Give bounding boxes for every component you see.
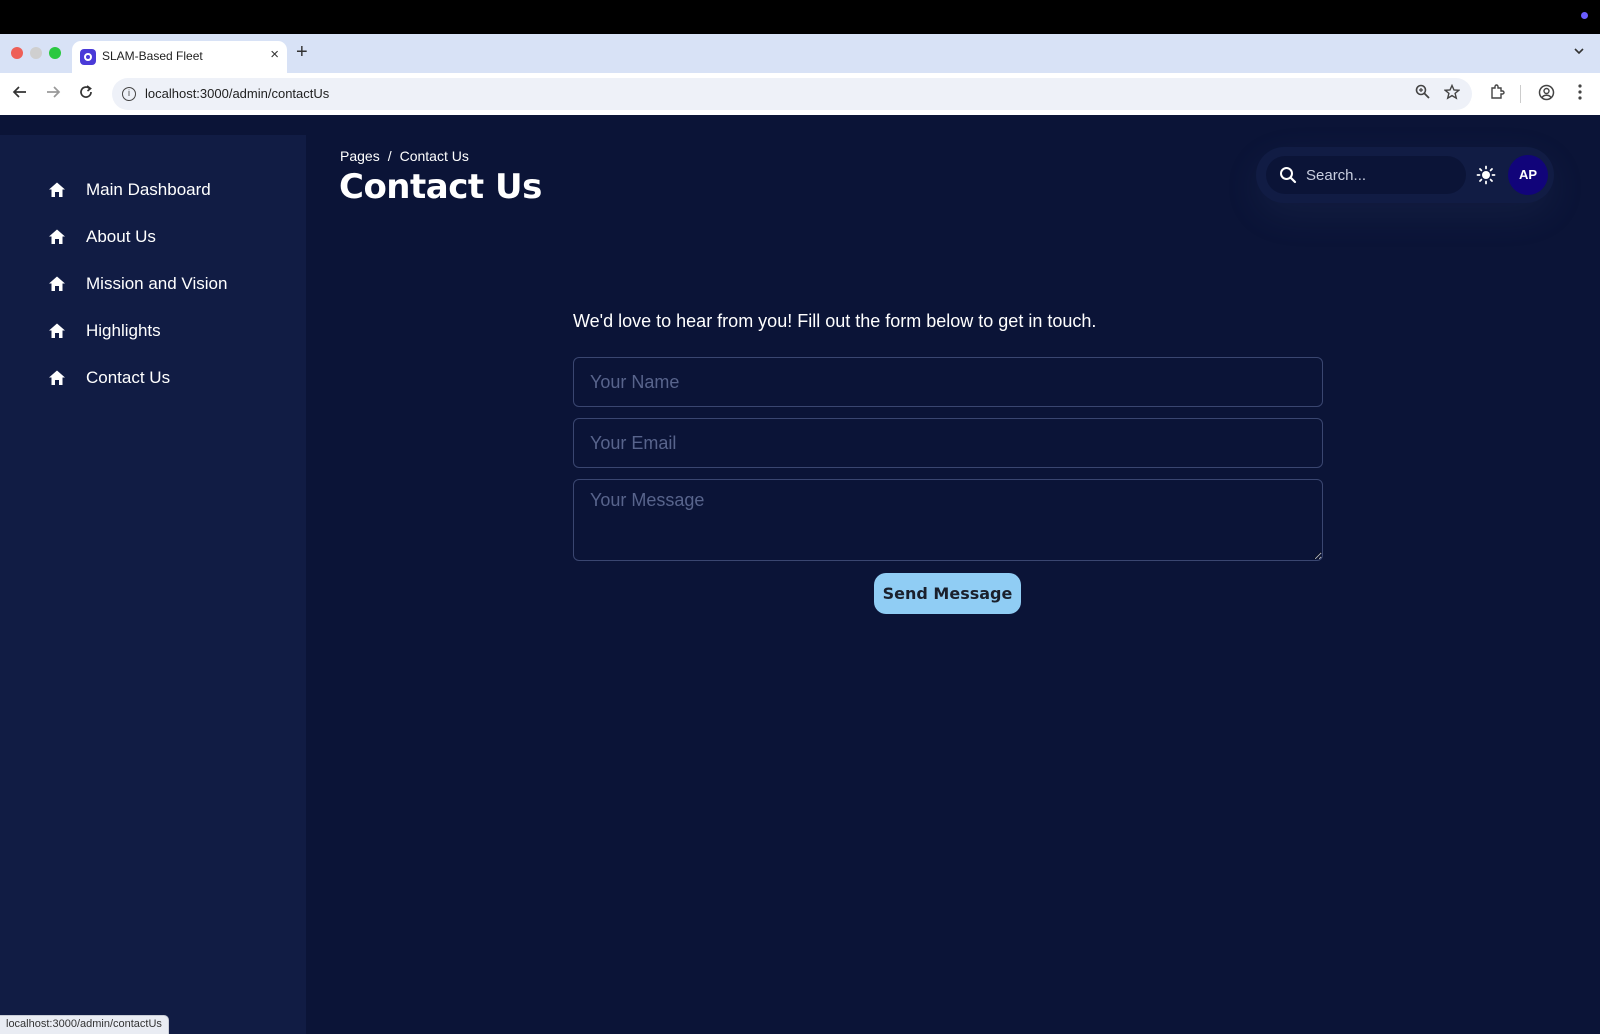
browser-tab-strip: SLAM-Based Fleet × + [0, 34, 1600, 74]
sidebar-item-about-us[interactable]: About Us [48, 222, 288, 252]
sidebar-item-main-dashboard[interactable]: Main Dashboard [48, 175, 288, 205]
sidebar-item-mission-and-vision[interactable]: Mission and Vision [48, 269, 288, 299]
forward-button[interactable] [43, 84, 63, 104]
app-content: Main Dashboard About Us Mission and Visi… [0, 115, 1600, 1034]
home-icon [49, 229, 65, 244]
breadcrumb-separator: / [387, 148, 392, 164]
os-menu-bar [0, 0, 1600, 34]
search-input[interactable] [1306, 165, 1456, 185]
favicon-icon [80, 49, 96, 65]
new-tab-button[interactable]: + [296, 41, 308, 64]
breadcrumb-current[interactable]: Contact Us [400, 148, 469, 164]
back-button[interactable] [10, 84, 30, 104]
home-icon [49, 276, 65, 291]
address-bar[interactable]: i localhost:3000/admin/contactUs [112, 78, 1472, 110]
window-close-button[interactable] [11, 47, 23, 59]
sidebar-item-label: Highlights [86, 321, 161, 340]
sidebar-item-label: Mission and Vision [86, 274, 228, 293]
home-icon [49, 182, 65, 197]
window-minimize-button[interactable] [30, 47, 42, 59]
site-info-icon[interactable]: i [122, 87, 136, 101]
chevron-down-icon [1574, 48, 1584, 55]
status-bar-url: localhost:3000/admin/contactUs [0, 1015, 169, 1034]
reload-icon [80, 85, 92, 98]
sidebar-item-label: About Us [86, 227, 156, 246]
sidebar-item-label: Main Dashboard [86, 180, 211, 199]
window-zoom-button[interactable] [49, 47, 61, 59]
arrow-left-icon [12, 86, 26, 98]
contact-intro-text: We'd love to hear from you! Fill out the… [573, 311, 1097, 331]
browser-tab[interactable]: SLAM-Based Fleet × [72, 41, 287, 74]
search-icon [1280, 167, 1297, 184]
menu-dots-icon[interactable] [1570, 84, 1590, 104]
header-actions: AP [1256, 147, 1554, 203]
email-field[interactable] [573, 418, 1323, 468]
sun-icon[interactable] [1476, 165, 1496, 185]
extensions-icon[interactable] [1487, 84, 1507, 104]
bookmark-star-icon[interactable] [1442, 83, 1462, 104]
sidebar-item-highlights[interactable]: Highlights [48, 316, 288, 346]
page-title: Contact Us [339, 167, 542, 207]
tab-close-icon[interactable]: × [270, 46, 279, 63]
status-indicator-icon [1581, 12, 1588, 19]
breadcrumb: Pages / Contact Us [340, 148, 469, 164]
send-message-button[interactable]: Send Message [874, 573, 1021, 614]
url-text[interactable]: localhost:3000/admin/contactUs [145, 86, 329, 101]
home-icon [49, 323, 65, 338]
sidebar-item-label: Contact Us [86, 368, 171, 387]
tab-title: SLAM-Based Fleet [102, 49, 203, 63]
toolbar-divider [1520, 85, 1521, 103]
reload-button[interactable] [76, 84, 96, 104]
avatar[interactable]: AP [1508, 155, 1548, 195]
sidebar: Main Dashboard About Us Mission and Visi… [0, 135, 306, 1034]
breadcrumb-root-link[interactable]: Pages [340, 148, 380, 164]
profile-icon[interactable] [1536, 84, 1556, 104]
sidebar-item-contact-us[interactable]: Contact Us [48, 363, 288, 393]
arrow-right-icon [47, 86, 61, 98]
tab-search-button[interactable] [1568, 42, 1590, 64]
browser-toolbar: i localhost:3000/admin/contactUs [0, 73, 1600, 115]
name-field[interactable] [573, 357, 1323, 407]
search-box [1266, 156, 1466, 194]
zoom-icon[interactable] [1412, 84, 1432, 104]
message-field[interactable] [573, 479, 1323, 561]
home-icon [49, 370, 65, 385]
